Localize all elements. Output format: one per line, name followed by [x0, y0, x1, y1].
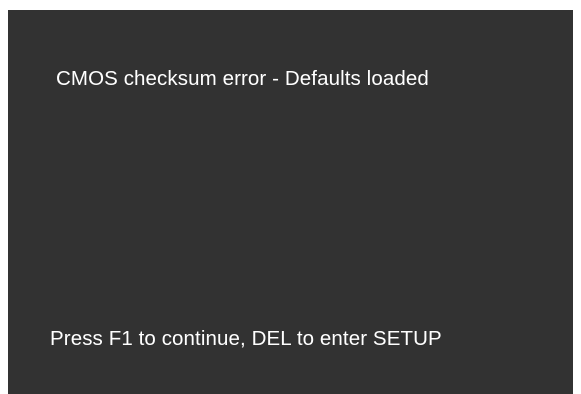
bios-screen: CMOS checksum error - Defaults loaded Pr… [8, 10, 573, 394]
cmos-error-message: CMOS checksum error - Defaults loaded [56, 67, 429, 90]
continue-setup-prompt: Press F1 to continue, DEL to enter SETUP [50, 327, 442, 350]
